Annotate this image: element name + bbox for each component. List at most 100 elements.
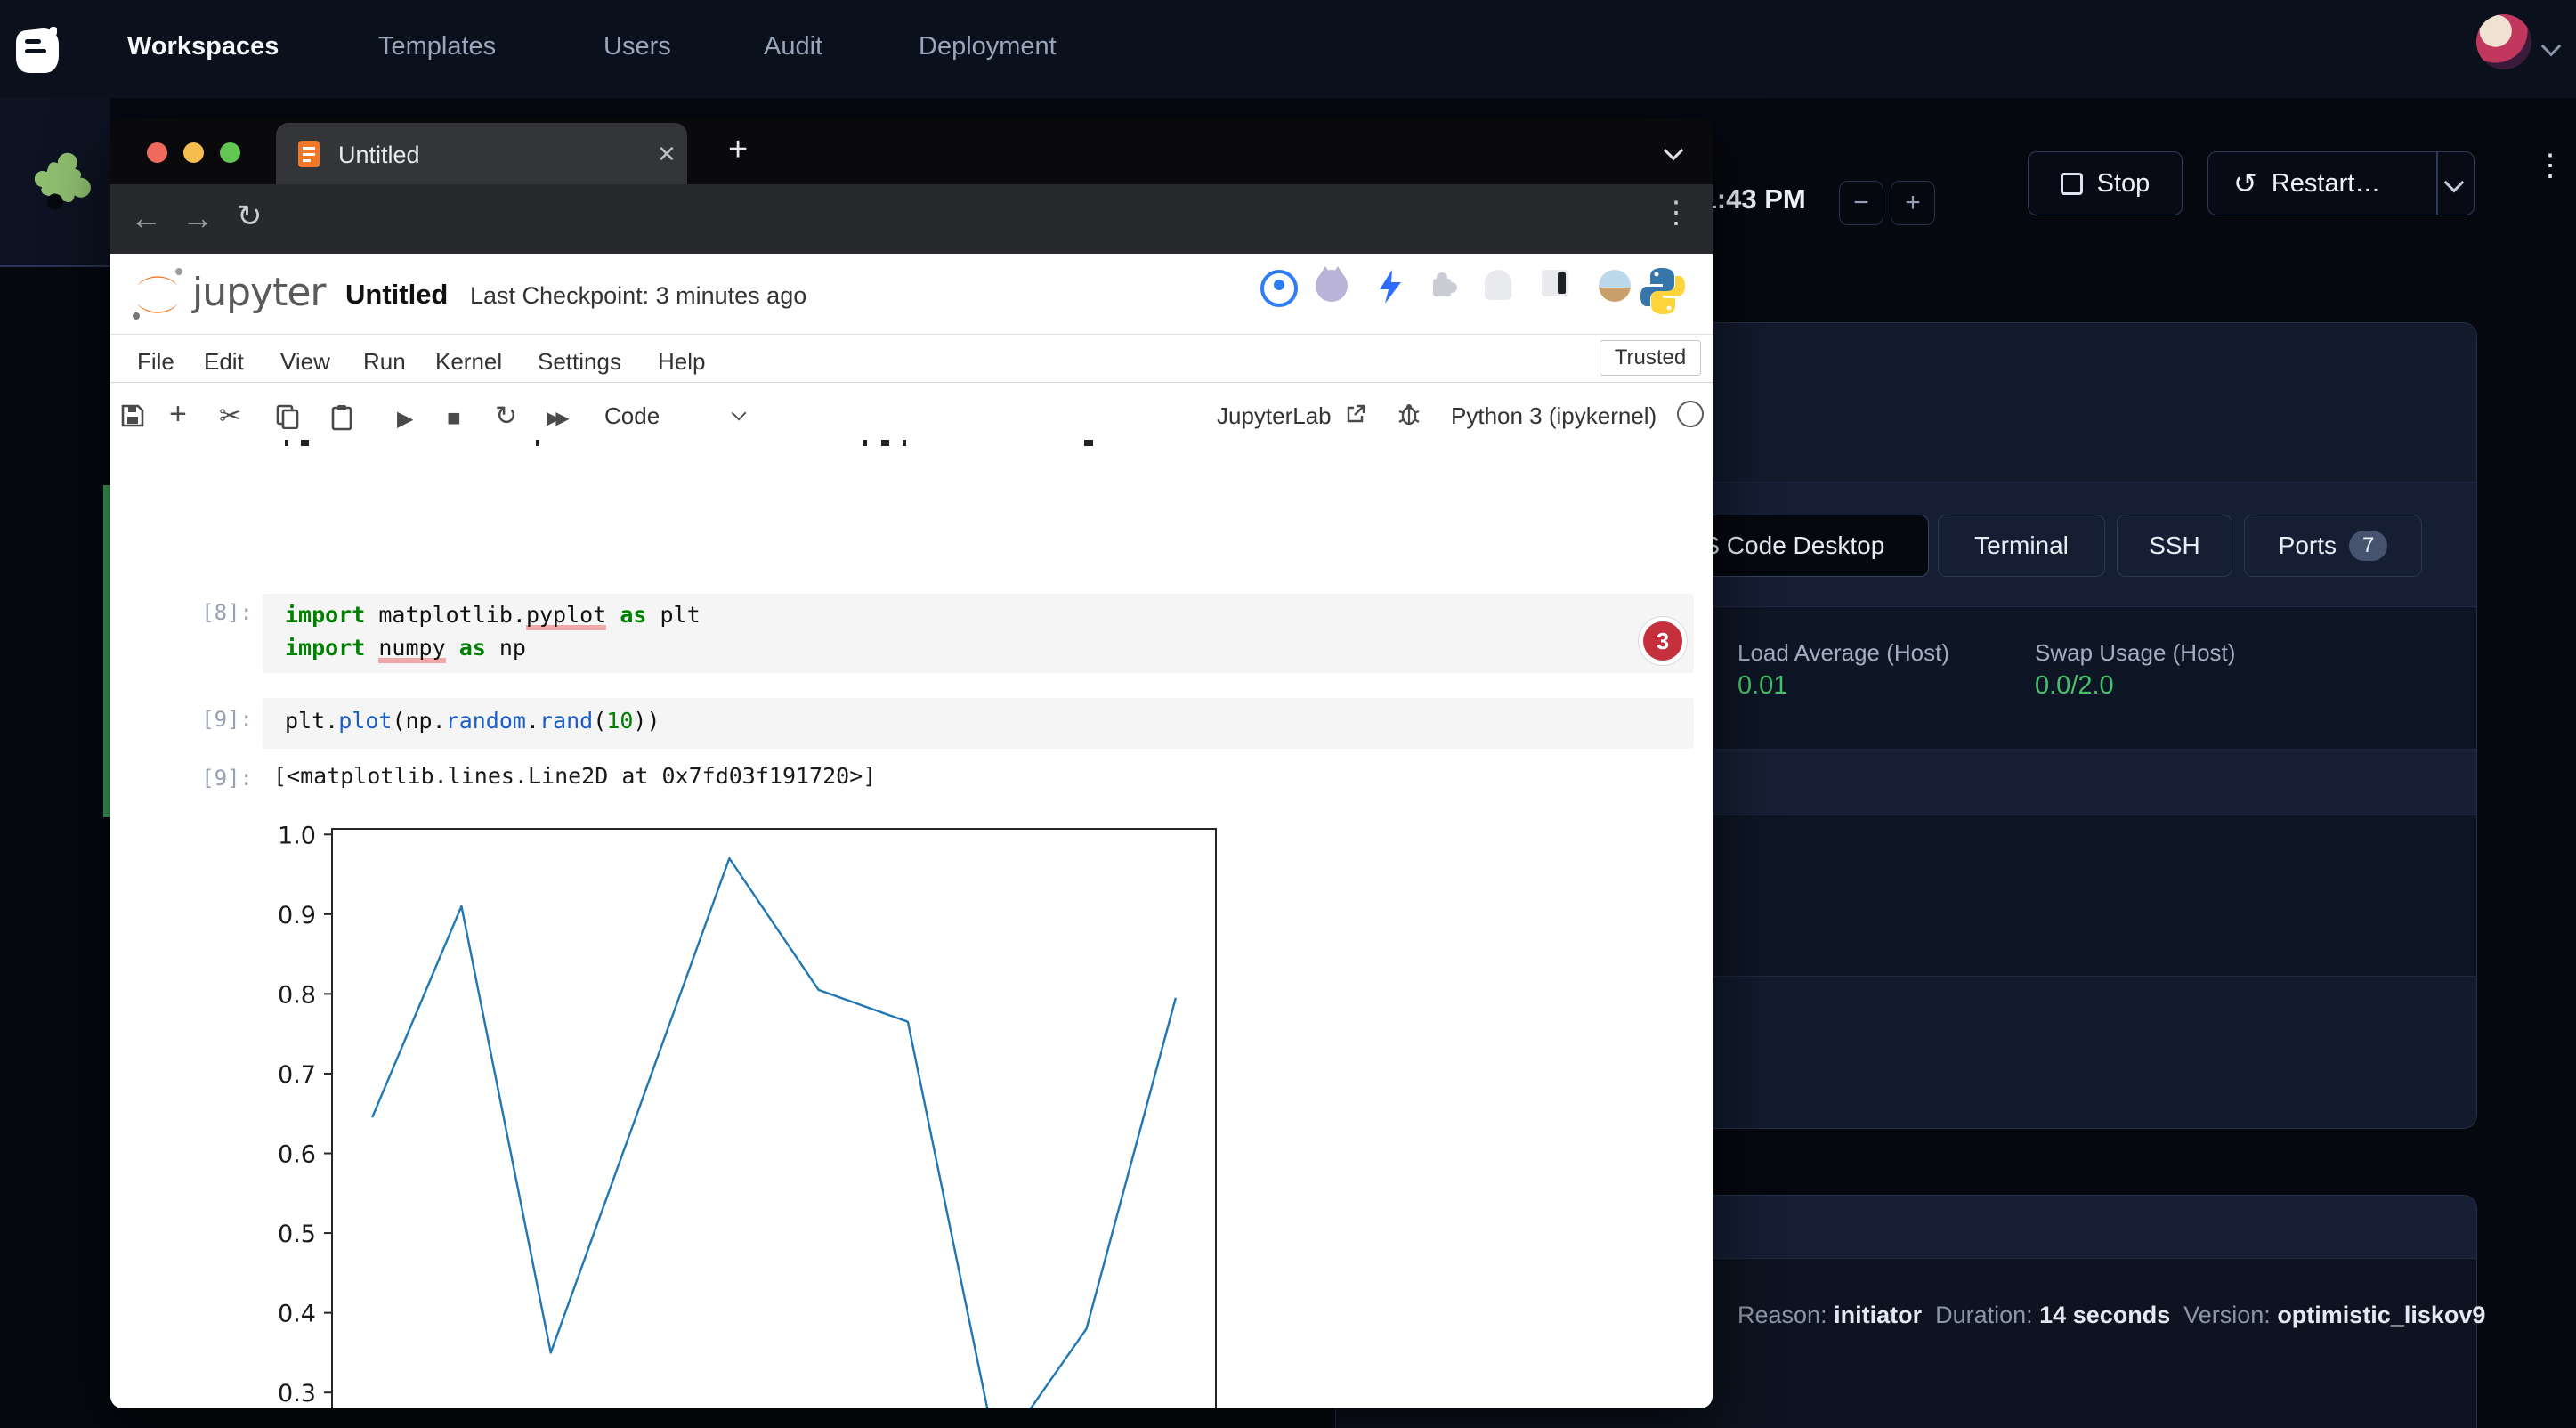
- fn-rand: rand: [539, 708, 593, 734]
- copy-cells-icon[interactable]: [276, 404, 299, 429]
- jupyter-logo-text[interactable]: jupyter: [192, 270, 326, 315]
- jupyter-toolbar: + ✂ ▶ ■ ↻ ▶▶ Code JupyterLab: [110, 383, 1713, 439]
- spacer-2: [2170, 1302, 2183, 1328]
- code-text: (np.: [392, 708, 445, 734]
- load-average-value: 0.01: [1738, 671, 1787, 701]
- menu-view[interactable]: View: [280, 348, 330, 376]
- code-text: [606, 602, 620, 628]
- reason-value: initiator: [1834, 1302, 1922, 1328]
- terminal-button[interactable]: Terminal: [1938, 515, 2105, 577]
- ssh-label: SSH: [2149, 531, 2200, 560]
- save-icon[interactable]: [121, 404, 144, 427]
- debugger-bug-icon[interactable]: [1397, 402, 1421, 426]
- python-logo-icon: [1640, 266, 1686, 316]
- schedule-plus-button[interactable]: +: [1891, 181, 1935, 225]
- back-icon[interactable]: ←: [130, 199, 162, 237]
- kernel-name[interactable]: Python 3 (ipykernel): [1451, 402, 1657, 430]
- window-minimize-button[interactable]: [183, 142, 204, 163]
- onepassword-extension-icon[interactable]: [1260, 270, 1298, 307]
- ghost-extension-icon[interactable]: [1485, 270, 1511, 300]
- user-avatar[interactable]: [2476, 14, 2531, 69]
- cell-type-select[interactable]: Code: [604, 402, 660, 430]
- sidebar-toggle-extension-icon[interactable]: [1542, 270, 1568, 296]
- puzzle-piece-icon: [30, 146, 94, 217]
- schedule-minus-button[interactable]: −: [1839, 181, 1883, 225]
- lightning-extension-icon[interactable]: [1378, 270, 1403, 304]
- browser-kebab-menu-icon[interactable]: ⋮: [1661, 195, 1691, 231]
- screen: Workspaces Templates Users Audit Deploym…: [0, 0, 2576, 1428]
- forward-icon[interactable]: →: [182, 199, 214, 237]
- paste-cells-icon[interactable]: [331, 404, 352, 431]
- nav-audit[interactable]: Audit: [764, 32, 822, 61]
- browser-profile-avatar[interactable]: [1599, 270, 1631, 302]
- svg-text:0.3: 0.3: [278, 1380, 316, 1408]
- spacer-1: [1922, 1302, 1935, 1328]
- menu-run[interactable]: Run: [363, 348, 406, 376]
- kw-as: as: [459, 635, 486, 661]
- notebook-favicon: [297, 140, 320, 168]
- window-close-button[interactable]: [147, 142, 167, 163]
- reload-icon[interactable]: ↻: [237, 199, 263, 234]
- new-tab-button[interactable]: +: [728, 131, 748, 169]
- browser-window: Untitled ✕ + ← → ↻ 5555--main--test--mat…: [110, 118, 1713, 1408]
- cell9-input[interactable]: plt.plot(np.random.rand(10)): [263, 698, 1694, 749]
- code-text: [446, 635, 459, 661]
- kw-as: as: [620, 602, 646, 628]
- reason-label: Reason:: [1738, 1302, 1834, 1328]
- nav-deployment[interactable]: Deployment: [919, 32, 1057, 61]
- window-zoom-button[interactable]: [220, 142, 240, 163]
- trusted-button[interactable]: Trusted: [1600, 340, 1701, 376]
- nav-templates[interactable]: Templates: [378, 32, 496, 61]
- github-extension-icon[interactable]: [1316, 270, 1348, 302]
- notification-count-badge[interactable]: 3: [1643, 621, 1682, 661]
- restart-workspace-button[interactable]: ↺ Restart…: [2207, 151, 2475, 215]
- run-all-icon[interactable]: ▶▶: [547, 407, 565, 429]
- jupyterlab-link[interactable]: JupyterLab: [1217, 402, 1332, 430]
- nav-workspaces[interactable]: Workspaces: [127, 32, 279, 61]
- restart-chevron-down-icon[interactable]: [2444, 173, 2465, 193]
- insert-cell-icon[interactable]: +: [169, 397, 187, 432]
- cell8-input[interactable]: import matplotlib.pyplot as plt import n…: [263, 594, 1694, 673]
- coder-logo[interactable]: [14, 25, 61, 75]
- menu-file[interactable]: File: [137, 348, 174, 376]
- account-chevron-down-icon[interactable]: [2541, 37, 2562, 57]
- ports-button[interactable]: Ports 7: [2244, 515, 2422, 577]
- cell9-prompt: [9]:: [189, 707, 253, 732]
- browser-toolbar: ← → ↻ 5555--main--test--matifali.atif.cd…: [110, 184, 1713, 254]
- version-label: Version:: [2183, 1302, 2277, 1328]
- menu-settings[interactable]: Settings: [538, 348, 621, 376]
- menu-help[interactable]: Help: [658, 348, 705, 376]
- cut-cells-icon[interactable]: ✂: [219, 401, 241, 432]
- stop-workspace-button[interactable]: Stop: [2028, 151, 2183, 215]
- kw-import: import: [285, 635, 378, 661]
- menu-kernel[interactable]: Kernel: [435, 348, 502, 376]
- jupyter-menubar: File Edit View Run Kernel Settings Help …: [110, 335, 1713, 383]
- tab-search-chevron-icon[interactable]: [1664, 141, 1684, 161]
- interrupt-kernel-icon[interactable]: ■: [447, 404, 461, 432]
- notebook-title[interactable]: Untitled: [345, 279, 448, 311]
- svg-text:1.0: 1.0: [278, 822, 316, 849]
- jupyter-header: jupyter Untitled Last Checkpoint: 3 minu…: [110, 254, 1713, 335]
- ports-count-badge: 7: [2349, 531, 2387, 561]
- code-text: plt.: [285, 708, 338, 734]
- workspace-kebab-menu-icon[interactable]: ⋮: [2535, 157, 2565, 174]
- tab-close-icon[interactable]: ✕: [657, 141, 676, 168]
- menu-edit[interactable]: Edit: [204, 348, 244, 376]
- cell-type-chevron-icon[interactable]: [732, 406, 747, 421]
- ssh-button[interactable]: SSH: [2117, 515, 2232, 577]
- restart-split-divider: [2436, 152, 2438, 215]
- svg-text:0.8: 0.8: [278, 981, 316, 1009]
- kw-import: import: [285, 602, 378, 628]
- build-info-line: Reason: initiator Duration: 14 seconds V…: [1738, 1302, 2485, 1329]
- code-text-highlighted: numpy: [378, 635, 445, 663]
- output9-text: [<matplotlib.lines.Line2D at 0x7fd03f191…: [273, 763, 876, 789]
- svg-text:0.6: 0.6: [278, 1141, 316, 1169]
- external-link-icon[interactable]: [1346, 404, 1365, 424]
- extensions-puzzle-icon[interactable]: [1426, 270, 1458, 302]
- browser-tab[interactable]: Untitled ✕: [276, 123, 687, 184]
- restart-icon: ↺: [2233, 166, 2257, 200]
- restart-kernel-icon[interactable]: ↻: [495, 401, 517, 432]
- nav-users[interactable]: Users: [603, 32, 671, 61]
- load-average-label: Load Average (Host): [1738, 639, 1949, 667]
- run-cell-icon[interactable]: ▶: [397, 406, 413, 432]
